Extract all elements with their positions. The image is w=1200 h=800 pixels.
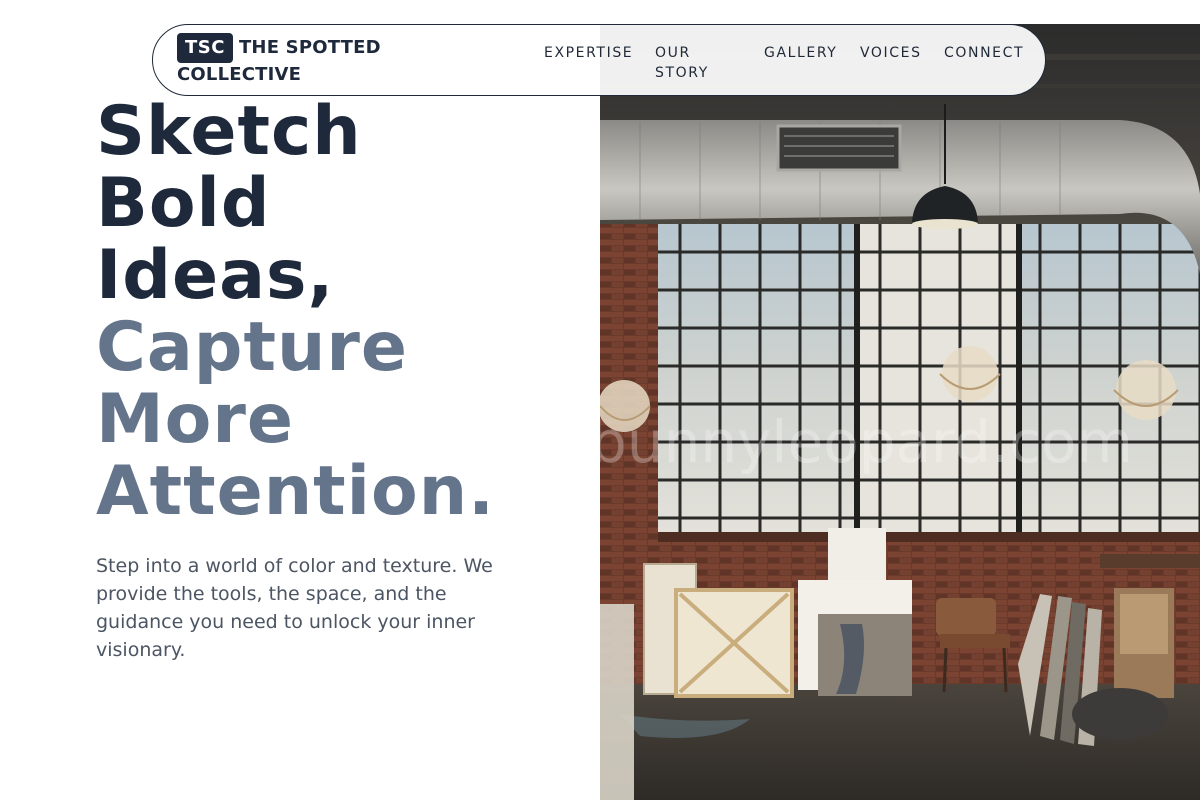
headline-line: Ideas, [96, 236, 335, 315]
hero-headline: Sketch Bold Ideas, Capture More Attentio… [96, 96, 495, 528]
nav-link-gallery[interactable]: GALLERY [764, 43, 837, 63]
brand-name-line2: COLLECTIVE [177, 64, 302, 85]
headline-line-accent: More [96, 380, 295, 459]
image-watermark: bunnyleopard.com [600, 408, 1133, 476]
brand-name-line1: THE SPOTTED [238, 37, 381, 58]
landing-page: bunnyleopard.com TSC THE SPOTTED COLLECT… [0, 0, 1200, 800]
main-navbar: TSC THE SPOTTED COLLECTIVE EXPERTISE OUR … [152, 24, 1046, 96]
hero-image: bunnyleopard.com [600, 24, 1200, 800]
nav-link-our-story[interactable]: OUR STORY [655, 43, 725, 83]
headline-line-accent: Attention. [96, 452, 495, 531]
nav-link-voices[interactable]: VOICES [860, 43, 922, 63]
hero-intro-text: Step into a world of color and texture. … [96, 555, 493, 661]
brand-badge: TSC [177, 33, 233, 63]
nav-link-expertise[interactable]: EXPERTISE [544, 43, 633, 63]
nav-link-connect[interactable]: CONNECT [944, 43, 1024, 63]
headline-line-accent: Capture [96, 308, 409, 387]
brand-logo[interactable]: TSC THE SPOTTED COLLECTIVE [177, 33, 407, 89]
headline-line: Bold [96, 164, 271, 243]
headline-line: Sketch [96, 92, 362, 171]
